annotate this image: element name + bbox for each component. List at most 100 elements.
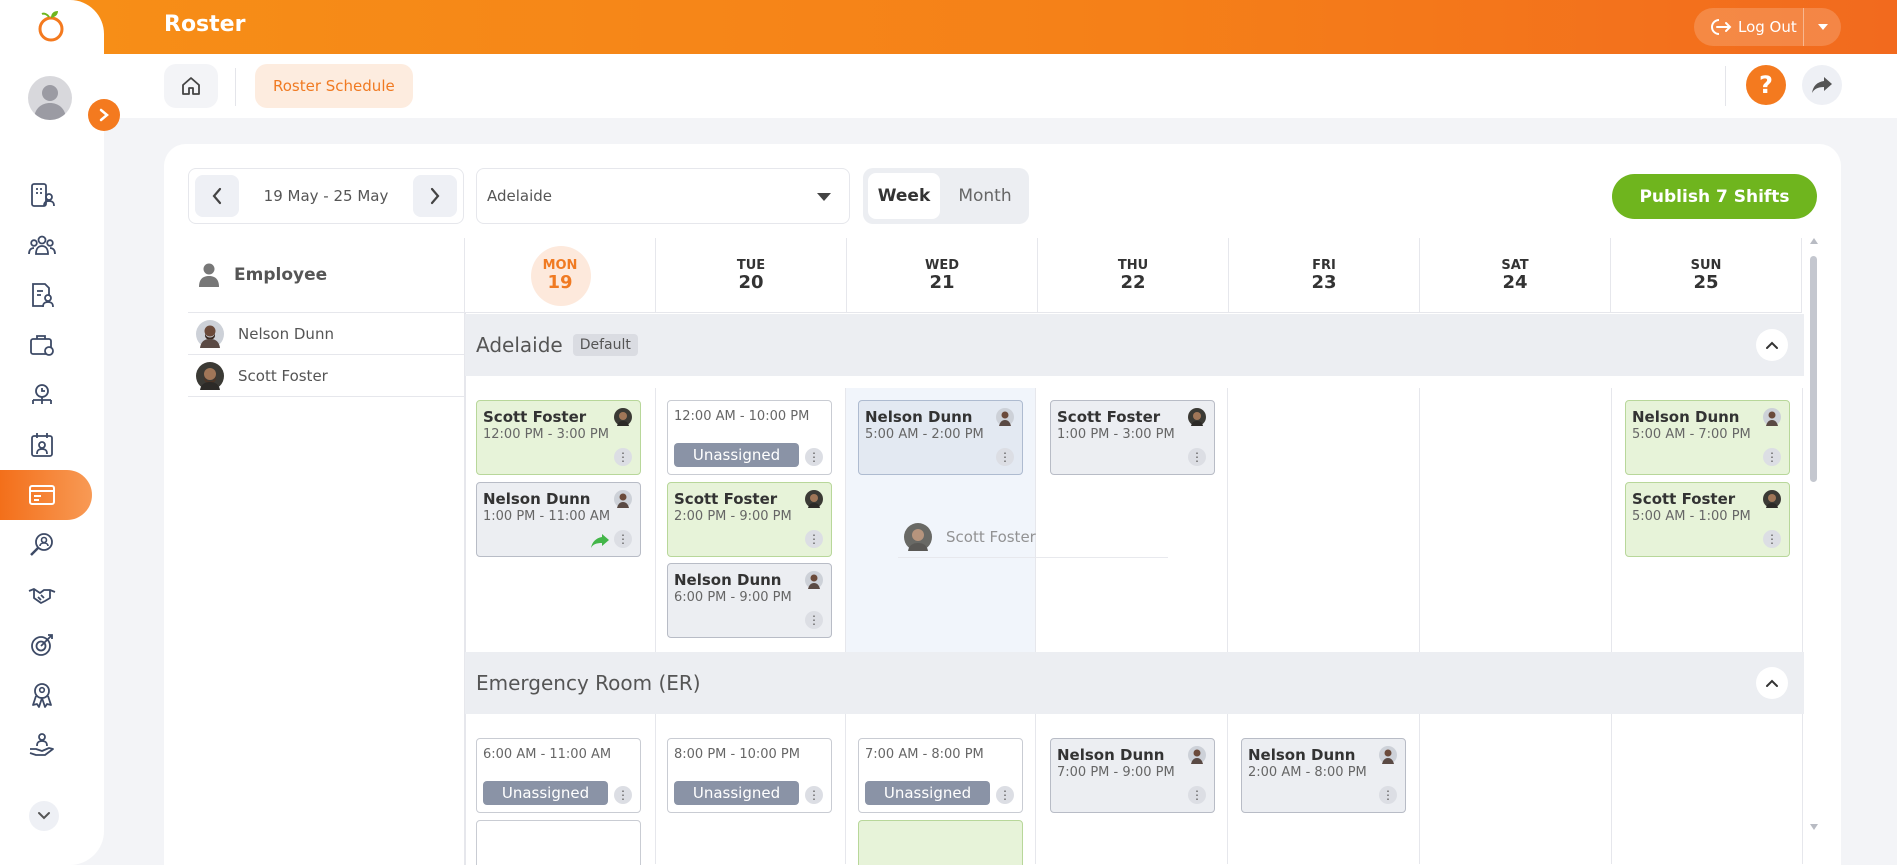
help-button[interactable]: ? [1746, 65, 1786, 105]
more-options-icon[interactable]: ⋮ [805, 448, 823, 466]
schedule-scrollbar[interactable] [1809, 238, 1819, 830]
employee-name: Scott Foster [238, 366, 328, 385]
avatar [1188, 746, 1206, 764]
shift-time: 7:00 AM - 8:00 PM [865, 747, 984, 762]
day-of-week: FRI [1312, 258, 1336, 273]
sidebar-item-team[interactable] [0, 220, 92, 270]
grid-line [1035, 388, 1036, 864]
sidebar-scroll-down-button[interactable] [29, 801, 59, 831]
shift-card[interactable]: Nelson Dunn 5:00 AM - 7:00 PM ⋮ [1625, 400, 1790, 475]
more-options-icon[interactable]: ⋮ [805, 611, 823, 629]
share-button[interactable] [1802, 65, 1842, 105]
section-name: Adelaide [476, 333, 563, 357]
more-options-icon[interactable]: ⋮ [1188, 448, 1206, 466]
avatar [1379, 746, 1397, 764]
grid-line [465, 313, 466, 865]
shift-card[interactable]: Nelson Dunn 1:00 PM - 11:00 AM ⋮ [476, 482, 641, 557]
shift-card[interactable]: Scott Foster 12:00 PM - 3:00 PM ⋮ [476, 400, 641, 475]
more-options-icon[interactable]: ⋮ [1763, 448, 1781, 466]
chevron-down-icon [38, 812, 50, 820]
shift-card[interactable]: 12:00 AM - 10:00 PM Unassigned ⋮ [667, 400, 832, 475]
more-options-icon[interactable]: ⋮ [1188, 786, 1206, 804]
location-select[interactable]: Adelaide [476, 168, 850, 224]
more-options-icon[interactable]: ⋮ [805, 786, 823, 804]
employee-name: Nelson Dunn [238, 324, 334, 343]
grid-line [1802, 388, 1803, 864]
divider [1725, 66, 1726, 106]
shift-card[interactable]: Nelson Dunn 6:00 PM - 9:00 PM ⋮ [667, 563, 832, 638]
sidebar-item-calendar[interactable] [0, 420, 92, 470]
next-week-button[interactable] [413, 175, 457, 217]
shift-card[interactable]: Scott Foster 2:00 PM - 9:00 PM ⋮ [667, 482, 832, 557]
search-user-icon [30, 533, 53, 556]
more-options-icon[interactable]: ⋮ [614, 448, 632, 466]
day-header-sat[interactable]: SAT 24 [1420, 238, 1611, 313]
more-options-icon[interactable]: ⋮ [805, 530, 823, 548]
sidebar-item-goals[interactable] [0, 620, 92, 670]
home-button[interactable] [164, 64, 218, 108]
collapse-section-button[interactable] [1756, 329, 1788, 361]
view-month-button[interactable]: Month [947, 173, 1023, 219]
date-navigator: 19 May - 25 May [188, 168, 464, 224]
chevron-up-icon [1766, 679, 1778, 687]
day-header-tue[interactable]: TUE 20 [656, 238, 847, 313]
more-options-icon[interactable]: ⋮ [614, 530, 632, 548]
day-date: 23 [1311, 272, 1337, 293]
grid-line [1227, 388, 1228, 864]
employee-row[interactable]: Nelson Dunn [188, 313, 465, 355]
avatar [196, 361, 224, 390]
drag-preview-employee[interactable]: Scott Foster [898, 516, 1168, 558]
sidebar-item-onboarding[interactable] [0, 570, 92, 620]
user-avatar[interactable] [28, 76, 72, 120]
shift-card[interactable]: 7:00 AM - 8:00 PM Unassigned ⋮ [858, 738, 1023, 813]
day-header-thu[interactable]: THU 22 [1038, 238, 1229, 313]
sidebar-item-jobs[interactable] [0, 320, 92, 370]
employee-row[interactable]: Scott Foster [188, 355, 465, 397]
view-week-button[interactable]: Week [868, 173, 940, 219]
day-of-week: THU [1117, 258, 1149, 273]
shift-card[interactable]: 8:00 PM - 10:00 PM Unassigned ⋮ [667, 738, 832, 813]
more-options-icon[interactable]: ⋮ [1763, 530, 1781, 548]
sidebar-item-attendance[interactable] [0, 370, 92, 420]
day-header-wed[interactable]: WED 21 [847, 238, 1038, 313]
building-user-icon [31, 183, 55, 207]
breadcrumb-roster-schedule[interactable]: Roster Schedule [255, 64, 413, 108]
day-header-mon[interactable]: MON 19 [465, 238, 656, 313]
sidebar-item-roster[interactable] [0, 470, 92, 520]
day-date: 25 [1693, 272, 1719, 293]
shift-card[interactable]: Scott Foster 5:00 AM - 1:00 PM ⋮ [1625, 482, 1790, 557]
logout-dropdown-icon[interactable] [1803, 8, 1841, 46]
employee-column-header: Employee [188, 238, 465, 313]
shift-card[interactable] [858, 820, 1023, 865]
more-options-icon[interactable]: ⋮ [1379, 786, 1397, 804]
more-options-icon[interactable]: ⋮ [996, 448, 1014, 466]
day-header-fri[interactable]: FRI 23 [1229, 238, 1420, 313]
more-options-icon[interactable]: ⋮ [614, 786, 632, 804]
sidebar-item-awards[interactable] [0, 670, 92, 720]
sidebar-item-documents[interactable] [0, 270, 92, 320]
sidebar-expand-button[interactable] [88, 99, 120, 131]
target-icon [31, 634, 53, 656]
shift-card[interactable] [476, 820, 641, 865]
shift-card[interactable]: Scott Foster 1:00 PM - 3:00 PM ⋮ [1050, 400, 1215, 475]
shift-employee: Nelson Dunn [483, 490, 591, 508]
day-header-sun[interactable]: SUN 25 [1611, 238, 1802, 313]
day-date: 22 [1120, 272, 1146, 293]
scrollbar-thumb[interactable] [1810, 256, 1817, 482]
shift-card[interactable]: Nelson Dunn 5:00 AM - 2:00 PM ⋮ [858, 400, 1023, 475]
shift-card[interactable]: Nelson Dunn 7:00 PM - 9:00 PM ⋮ [1050, 738, 1215, 813]
avatar [805, 571, 823, 589]
sidebar-item-benefits[interactable] [0, 720, 92, 770]
logout-button[interactable]: Log Out [1694, 8, 1841, 46]
unassigned-badge: Unassigned [865, 781, 990, 805]
publish-shifts-button[interactable]: Publish 7 Shifts [1612, 174, 1817, 219]
avatar [904, 522, 932, 551]
shift-card[interactable]: Nelson Dunn 2:00 AM - 8:00 PM ⋮ [1241, 738, 1406, 813]
shift-time: 1:00 PM - 11:00 AM [483, 509, 611, 524]
sidebar-item-recruitment[interactable] [0, 520, 92, 570]
collapse-section-button[interactable] [1756, 667, 1788, 699]
shift-card[interactable]: 6:00 AM - 11:00 AM Unassigned ⋮ [476, 738, 641, 813]
more-options-icon[interactable]: ⋮ [996, 786, 1014, 804]
forward-arrow-icon [591, 534, 609, 548]
sidebar-item-company[interactable] [0, 170, 92, 220]
